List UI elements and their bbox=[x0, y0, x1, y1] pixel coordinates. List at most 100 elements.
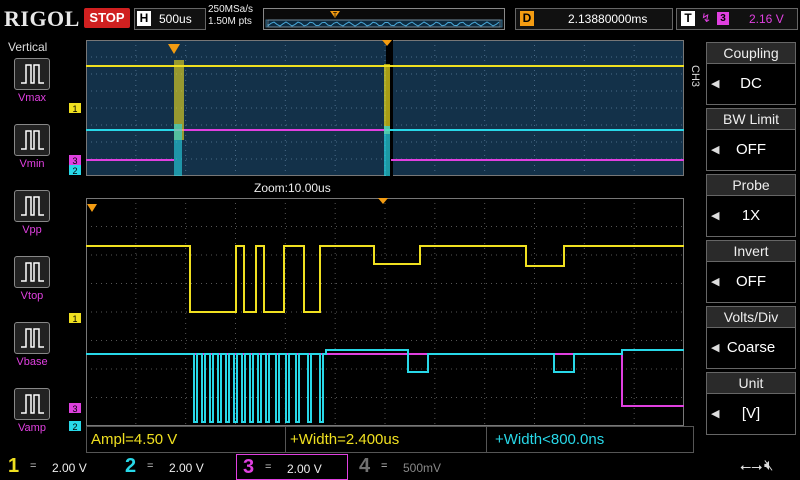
channel-number: 2 bbox=[125, 455, 137, 477]
delay-display[interactable]: D 2.13880000ms bbox=[515, 8, 673, 30]
menu-value[interactable]: ◀ 1X bbox=[706, 195, 796, 237]
horizontal-timebase[interactable]: H 500us bbox=[134, 8, 206, 30]
menu-header: Unit bbox=[706, 372, 796, 393]
channel-scale: 500mV bbox=[403, 461, 442, 475]
menu-header: BW Limit bbox=[706, 108, 796, 129]
ch1-burst-2 bbox=[384, 64, 390, 134]
selector-arrow-icon: ◀ bbox=[711, 210, 720, 222]
measure-item-label: Vpp bbox=[22, 224, 42, 236]
memory-trigger-label: T bbox=[333, 12, 338, 19]
menu-header: Volts/Div bbox=[706, 306, 796, 327]
menu-coupling[interactable]: Coupling ◀ DC bbox=[706, 42, 796, 105]
dc-coupling-icon: = bbox=[381, 460, 388, 472]
trigger-display[interactable]: T ↯ 3 2.16 V bbox=[676, 8, 798, 30]
pulse-measure-icon bbox=[14, 58, 50, 90]
measurement-results: Ampl=4.50 V +Width=2.400us +Width<800.0n… bbox=[86, 426, 694, 454]
measure-item-vmin[interactable]: Vmin bbox=[12, 124, 52, 170]
channel-offset-label: 3 bbox=[72, 156, 77, 166]
trigger-position-icon bbox=[168, 44, 180, 54]
selector-arrow-icon: ◀ bbox=[711, 276, 720, 288]
menu-invert[interactable]: Invert ◀ OFF bbox=[706, 240, 796, 303]
measure-item-label: Vmax bbox=[17, 92, 47, 104]
speaker-muted-icon[interactable]: 🔇︎ bbox=[764, 457, 773, 474]
menu-value-text: [V] bbox=[741, 405, 761, 422]
ch2-burst-2 bbox=[384, 126, 390, 176]
delay-value: 2.13880000ms bbox=[568, 12, 648, 26]
channel-offset-markers: 132132 bbox=[69, 103, 81, 432]
measure-item-label: Vtop bbox=[20, 290, 44, 302]
trigger-label: T bbox=[681, 11, 695, 26]
selector-arrow-icon: ◀ bbox=[711, 342, 720, 354]
timebase-value: 500us bbox=[159, 12, 192, 26]
menu-value-text: Coarse bbox=[726, 339, 776, 356]
pulse-measure-icon bbox=[14, 388, 50, 420]
zoom-timebase-label: Zoom:10.00us bbox=[254, 181, 331, 195]
measure-item-vtop[interactable]: Vtop bbox=[12, 256, 52, 302]
dc-coupling-icon: = bbox=[265, 461, 272, 473]
channel-scale: 2.00 V bbox=[287, 462, 322, 476]
brand-logo: RIGOL bbox=[4, 6, 80, 31]
channel-offset-label: 2 bbox=[72, 422, 77, 432]
pulse-measure-icon bbox=[14, 190, 50, 222]
menu-unit[interactable]: Unit ◀ [V] bbox=[706, 372, 796, 435]
channel-3-status[interactable]: 3 = 2.00 V bbox=[236, 454, 348, 480]
menu-value[interactable]: ◀ [V] bbox=[706, 393, 796, 435]
measure-category-title: Vertical bbox=[8, 40, 48, 54]
menu-probe[interactable]: Probe ◀ 1X bbox=[706, 174, 796, 237]
memory-waveform-preview: T bbox=[265, 11, 503, 28]
menu-header: Invert bbox=[706, 240, 796, 261]
channel-2-status[interactable]: 2 = 2.00 V bbox=[119, 454, 231, 480]
pulse-measure-icon bbox=[14, 124, 50, 156]
measure-item-label: Vbase bbox=[16, 356, 48, 368]
menu-value[interactable]: ◀ OFF bbox=[706, 129, 796, 171]
measurement-positive-width-ch1[interactable]: +Width=2.400us bbox=[285, 426, 487, 453]
menu-value[interactable]: ◀ Coarse bbox=[706, 327, 796, 369]
channel-number: 1 bbox=[8, 455, 20, 477]
channel-offset-label: 2 bbox=[72, 166, 77, 176]
menu-value[interactable]: ◀ DC bbox=[706, 63, 796, 105]
menu-value-text: 1X bbox=[741, 207, 761, 224]
selector-arrow-icon: ◀ bbox=[711, 408, 720, 420]
menu-value[interactable]: ◀ OFF bbox=[706, 261, 796, 303]
menu-value-text: OFF bbox=[736, 273, 766, 290]
channel-scale: 2.00 V bbox=[169, 461, 204, 475]
run-stop-status[interactable]: STOP bbox=[84, 8, 130, 28]
overview-window[interactable] bbox=[86, 40, 684, 176]
channel-offset-label: 1 bbox=[72, 314, 77, 324]
measurement-positive-width-ch2[interactable]: +Width<800.0ns bbox=[486, 426, 694, 453]
overview-waveforms bbox=[86, 40, 684, 176]
pulse-measure-icon bbox=[14, 322, 50, 354]
channel-1-status[interactable]: 1 = 2.00 V bbox=[2, 454, 114, 480]
channel-scale: 2.00 V bbox=[52, 461, 87, 475]
menu-value-text: DC bbox=[740, 75, 762, 92]
measure-item-vbase[interactable]: Vbase bbox=[12, 322, 52, 368]
rising-edge-icon: ↯ bbox=[701, 11, 712, 25]
ch2-burst bbox=[174, 124, 182, 176]
menu-header: Probe bbox=[706, 174, 796, 195]
menu-volts-div[interactable]: Volts/Div ◀ Coarse bbox=[706, 306, 796, 369]
dc-coupling-icon: = bbox=[30, 460, 37, 472]
channel-number: 4 bbox=[359, 455, 371, 477]
sample-rate: 250MSa/s bbox=[208, 4, 254, 15]
measure-item-vpp[interactable]: Vpp bbox=[12, 190, 52, 236]
measure-item-vmax[interactable]: Vmax bbox=[12, 58, 52, 104]
channel-4-status[interactable]: 4 = 500mV bbox=[353, 454, 465, 480]
h-label: H bbox=[137, 11, 151, 26]
measurement-amplitude[interactable]: Ampl=4.50 V bbox=[86, 426, 286, 453]
memory-overview-strip[interactable]: T bbox=[263, 8, 505, 30]
main-center-marker-icon bbox=[378, 198, 388, 204]
trigger-source-channel: 3 bbox=[717, 12, 729, 25]
measure-item-label: Vamp bbox=[18, 422, 46, 434]
usb-icon: ⭠⭢ bbox=[740, 458, 763, 474]
measure-item-vamp[interactable]: Vamp bbox=[12, 388, 52, 434]
zoomed-waveform-window[interactable] bbox=[86, 198, 684, 426]
trigger-level: 2.16 V bbox=[749, 12, 784, 26]
delay-label: D bbox=[520, 11, 534, 26]
memory-depth: 1.50M pts bbox=[208, 16, 252, 27]
menu-bw-limit[interactable]: BW Limit ◀ OFF bbox=[706, 108, 796, 171]
zoomed-waveforms bbox=[86, 198, 684, 426]
channel-offset-label: 1 bbox=[72, 104, 77, 114]
selector-arrow-icon: ◀ bbox=[711, 78, 720, 90]
channel-offset-label: 3 bbox=[72, 404, 77, 414]
pulse-measure-icon bbox=[14, 256, 50, 288]
